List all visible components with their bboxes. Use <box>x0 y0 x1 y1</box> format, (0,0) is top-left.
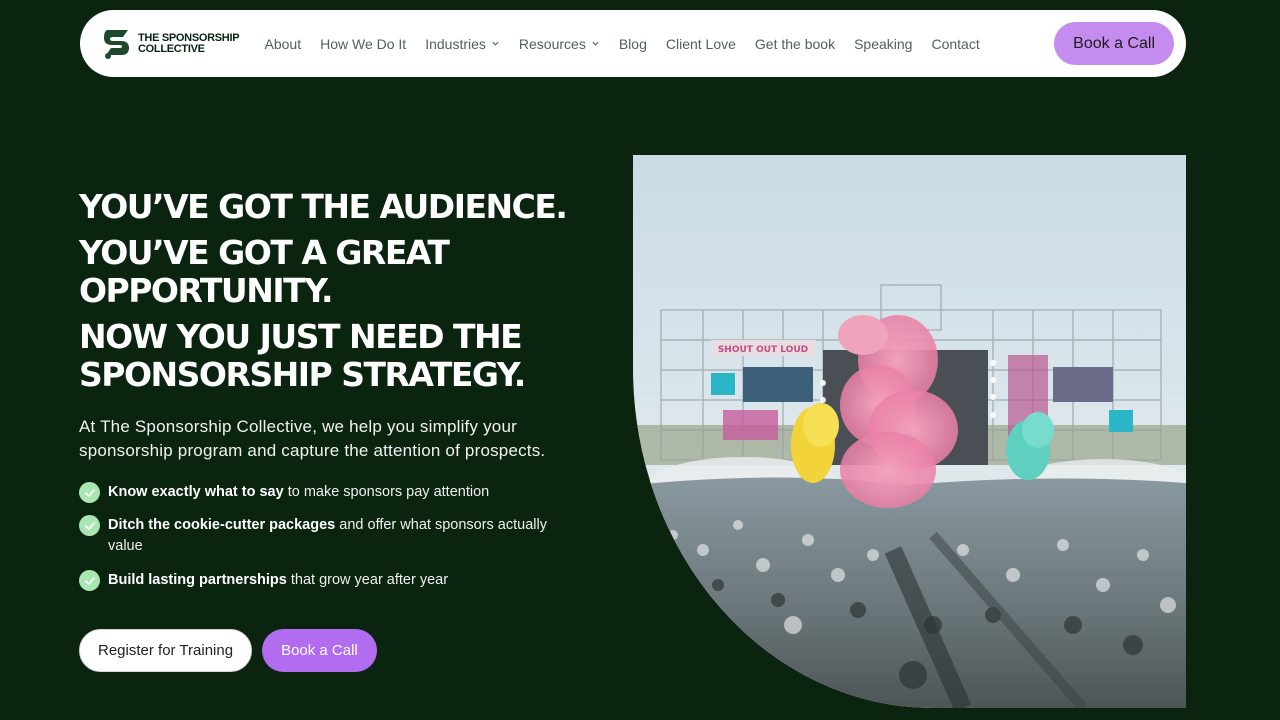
list-item-bold: Know exactly what to say <box>108 484 284 500</box>
list-item: Know exactly what to say to make sponsor… <box>79 482 569 503</box>
nav-item-label: Contact <box>931 35 980 52</box>
list-item: Build lasting partnerships that grow yea… <box>79 570 569 591</box>
headline-line-1: You’ve got the audience. <box>79 187 568 226</box>
nav-item-get-the-book[interactable]: Get the book <box>745 36 844 52</box>
register-for-training-button[interactable]: Register for Training <box>79 629 253 672</box>
main-menu: About How We Do It Industries Resources … <box>255 36 1054 52</box>
headline-line-3: Now you just need the sponsorship strate… <box>79 317 526 394</box>
nav-item-contact[interactable]: Contact <box>922 36 989 52</box>
nav-item-industries[interactable]: Industries <box>416 36 510 52</box>
nav-item-label: Client Love <box>665 35 736 52</box>
headline-line-2: You’ve got a great opportunity. <box>79 233 450 310</box>
nav-item-about[interactable]: About <box>255 36 311 52</box>
nav-item-label: Speaking <box>854 35 913 52</box>
nav-item-label: Industries <box>425 35 486 52</box>
nav-item-blog[interactable]: Blog <box>609 36 656 52</box>
nav-item-client-love[interactable]: Client Love <box>656 36 745 52</box>
nav-item-label: How We Do It <box>320 35 407 52</box>
nav-item-label: About <box>264 35 302 52</box>
nav-item-label: Resources <box>518 35 586 52</box>
check-circle-icon <box>79 570 100 591</box>
list-item-bold: Build lasting partnerships <box>108 572 287 588</box>
check-circle-icon <box>79 482 100 503</box>
nav-item-label: Blog <box>618 35 647 52</box>
benefits-list: Know exactly what to say to make sponsor… <box>79 482 569 603</box>
logo-mark-icon <box>104 29 129 59</box>
list-item-text: Know exactly what to say to make sponsor… <box>108 482 489 503</box>
list-item-text: Build lasting partnerships that grow yea… <box>108 570 448 591</box>
nav-book-a-call-button[interactable]: Book a Call <box>1054 22 1174 65</box>
hero-buttons: Register for Training Book a Call <box>79 629 377 672</box>
hero-book-a-call-button[interactable]: Book a Call <box>262 629 377 672</box>
nav-item-resources[interactable]: Resources <box>509 36 609 52</box>
stage-sign-text: SHOUT OUT LOUD <box>718 345 808 355</box>
list-item-bold: Ditch the cookie-cutter packages <box>108 517 336 533</box>
list-item: Ditch the cookie-cutter packages and off… <box>79 515 569 557</box>
list-item-rest: to make sponsors pay attention <box>283 484 490 500</box>
chevron-down-icon <box>492 41 499 46</box>
hero-headline: You’ve got the audience. You’ve got a gr… <box>79 188 599 394</box>
chevron-down-icon <box>592 41 599 46</box>
check-circle-icon <box>79 515 100 536</box>
list-item-rest: that grow year after year <box>286 572 449 588</box>
list-item-text: Ditch the cookie-cutter packages and off… <box>108 515 569 557</box>
logo-line-2: Collective <box>138 42 205 55</box>
festival-crowd-illustration: SHOUT OUT LOUD <box>633 155 1186 708</box>
top-navbar: The Sponsorship Collective About How We … <box>80 10 1186 77</box>
nav-item-speaking[interactable]: Speaking <box>845 36 922 52</box>
nav-item-how-we-do-it[interactable]: How We Do It <box>311 36 416 52</box>
hero-festival-image: SHOUT OUT LOUD <box>633 155 1186 708</box>
logo-text: The Sponsorship Collective <box>138 31 240 55</box>
site-logo[interactable]: The Sponsorship Collective <box>102 28 255 60</box>
nav-item-label: Get the book <box>754 35 836 52</box>
hero-intro: At The Sponsorship Collective, we help y… <box>79 417 546 460</box>
logo-line-1: The Sponsorship <box>138 31 240 44</box>
